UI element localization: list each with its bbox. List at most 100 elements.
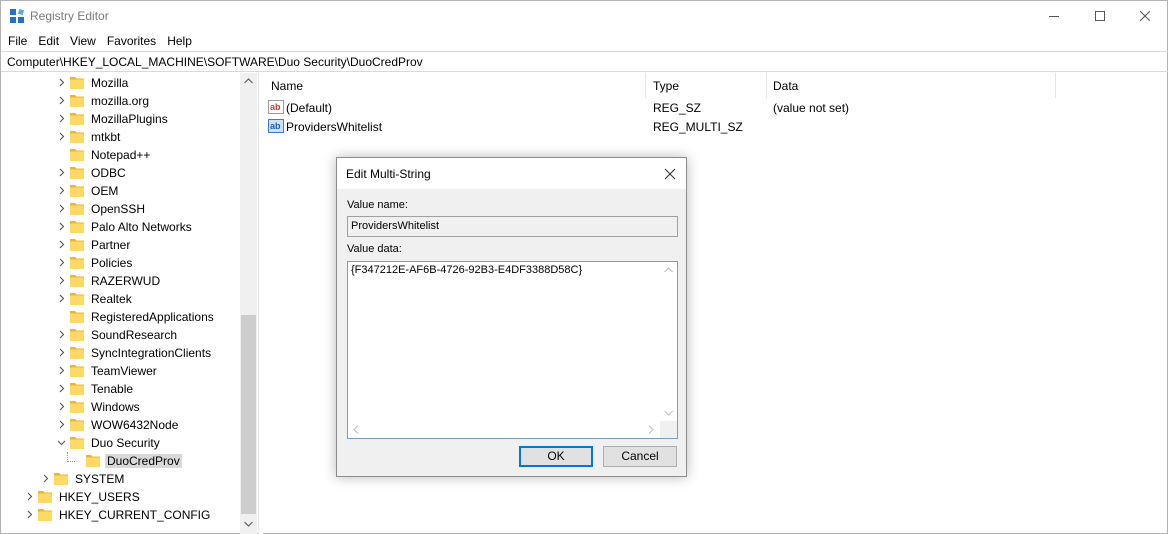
scroll-down-icon[interactable] bbox=[664, 410, 673, 416]
minimize-button[interactable] bbox=[1031, 1, 1077, 31]
folder-icon bbox=[70, 257, 84, 269]
chevron-right-icon[interactable] bbox=[57, 168, 66, 177]
tree-item[interactable]: Mozilla bbox=[1, 74, 241, 92]
tree-item[interactable]: MozillaPlugins bbox=[1, 110, 241, 128]
svg-text:ab: ab bbox=[270, 102, 281, 112]
chevron-right-icon[interactable] bbox=[57, 366, 66, 375]
folder-icon bbox=[70, 185, 84, 197]
folder-icon bbox=[70, 365, 84, 377]
tree-item[interactable]: Realtek bbox=[1, 290, 241, 308]
scroll-up-icon[interactable] bbox=[244, 78, 253, 84]
folder-icon bbox=[70, 221, 84, 233]
tree-item[interactable]: TeamViewer bbox=[1, 362, 241, 380]
dialog-title-bar[interactable]: Edit Multi-String bbox=[337, 158, 686, 189]
chevron-right-icon[interactable] bbox=[57, 384, 66, 393]
value-data-text: {F347212E-AF6B-4726-92B3-E4DF3388D58C} bbox=[351, 264, 583, 276]
chevron-right-icon[interactable] bbox=[57, 402, 66, 411]
title-bar[interactable]: Registry Editor bbox=[1, 1, 1167, 31]
chevron-right-icon[interactable] bbox=[57, 330, 66, 339]
ok-button[interactable]: OK bbox=[519, 446, 593, 467]
chevron-right-icon[interactable] bbox=[57, 294, 66, 303]
menu-file[interactable]: File bbox=[3, 31, 33, 51]
binary-value-icon: ab bbox=[268, 119, 284, 133]
folder-icon bbox=[70, 383, 84, 395]
registry-tree[interactable]: HKEY_CURRENT_CONFIG HKEY_USERS SYSTEM DuoCr… bbox=[1, 73, 258, 534]
tree-item[interactable]: OpenSSH bbox=[1, 200, 241, 218]
chevron-right-icon[interactable] bbox=[41, 474, 50, 483]
menu-edit[interactable]: Edit bbox=[33, 31, 65, 51]
tree-item[interactable]: SoundResearch bbox=[1, 326, 241, 344]
tree-item[interactable]: HKEY_CURRENT_CONFIG bbox=[1, 506, 241, 524]
address-bar[interactable]: Computer\HKEY_LOCAL_MACHINE\SOFTWARE\Duo… bbox=[1, 51, 1168, 72]
tree-item[interactable]: SyncIntegrationClients bbox=[1, 344, 241, 362]
column-divider bbox=[1055, 73, 1056, 98]
dialog-close-icon[interactable] bbox=[662, 166, 678, 182]
chevron-right-icon[interactable] bbox=[57, 348, 66, 357]
chevron-right-icon[interactable] bbox=[57, 78, 66, 87]
tree-item-label: mozilla.org bbox=[91, 94, 150, 108]
tree-item[interactable]: RAZERWUD bbox=[1, 272, 241, 290]
chevron-right-icon[interactable] bbox=[25, 510, 34, 519]
tree-item[interactable]: Windows bbox=[1, 398, 241, 416]
menu-view[interactable]: View bbox=[65, 31, 102, 51]
tree-item[interactable]: mtkbt bbox=[1, 128, 241, 146]
value-data-textarea[interactable]: {F347212E-AF6B-4726-92B3-E4DF3388D58C} bbox=[347, 261, 678, 439]
tree-item-label: DuoCredProv bbox=[105, 454, 182, 468]
tree-item[interactable]: mozilla.org bbox=[1, 92, 241, 110]
menu-help[interactable]: Help bbox=[162, 31, 198, 51]
tree-scrollbar[interactable] bbox=[240, 73, 257, 534]
column-header-name[interactable]: Name bbox=[271, 79, 303, 93]
tree-item[interactable]: SYSTEM bbox=[1, 470, 241, 488]
scroll-left-icon[interactable] bbox=[353, 425, 359, 434]
folder-icon bbox=[70, 167, 84, 179]
folder-icon bbox=[70, 131, 84, 143]
cancel-button[interactable]: Cancel bbox=[603, 446, 677, 467]
list-row[interactable]: ab ProvidersWhitelist REG_MULTI_SZ bbox=[263, 117, 1168, 136]
tree-item[interactable]: Duo Security bbox=[1, 434, 241, 452]
chevron-right-icon[interactable] bbox=[57, 132, 66, 141]
chevron-right-icon[interactable] bbox=[57, 204, 66, 213]
list-header: Name Type Data bbox=[263, 73, 1168, 98]
scroll-right-icon[interactable] bbox=[648, 425, 654, 434]
string-value-icon: ab bbox=[268, 100, 284, 114]
tree-scrollbar-thumb[interactable] bbox=[241, 315, 256, 514]
chevron-right-icon[interactable] bbox=[57, 96, 66, 105]
tree-item[interactable]: Policies bbox=[1, 254, 241, 272]
menu-favorites[interactable]: Favorites bbox=[102, 31, 162, 51]
chevron-right-icon[interactable] bbox=[57, 240, 66, 249]
folder-icon bbox=[70, 401, 84, 413]
tree-item[interactable]: Partner bbox=[1, 236, 241, 254]
column-header-data[interactable]: Data bbox=[773, 79, 798, 93]
tree-item[interactable]: DuoCredProv bbox=[1, 452, 241, 470]
tree-item-label: OEM bbox=[91, 184, 119, 198]
tree-item[interactable]: Notepad++ bbox=[1, 146, 241, 164]
chevron-right-icon[interactable] bbox=[57, 222, 66, 231]
tree-item[interactable]: OEM bbox=[1, 182, 241, 200]
tree-item[interactable]: Tenable bbox=[1, 380, 241, 398]
chevron-down-icon[interactable] bbox=[57, 438, 66, 447]
value-data-hscrollbar[interactable] bbox=[348, 421, 660, 438]
maximize-button[interactable] bbox=[1077, 1, 1123, 31]
chevron-right-icon[interactable] bbox=[57, 186, 66, 195]
list-row[interactable]: ab (Default) REG_SZ (value not set) bbox=[263, 98, 1168, 117]
value-name-label: Value name: bbox=[347, 199, 408, 211]
chevron-right-icon[interactable] bbox=[57, 258, 66, 267]
chevron-right-icon[interactable] bbox=[57, 114, 66, 123]
tree-item-label: SoundResearch bbox=[91, 328, 178, 342]
tree-item[interactable]: ODBC bbox=[1, 164, 241, 182]
tree-item-label: MozillaPlugins bbox=[91, 112, 168, 126]
tree-item[interactable]: Palo Alto Networks bbox=[1, 218, 241, 236]
column-header-type[interactable]: Type bbox=[653, 79, 679, 93]
value-data-vscrollbar[interactable] bbox=[660, 262, 677, 422]
chevron-right-icon[interactable] bbox=[25, 492, 34, 501]
value-name: (Default) bbox=[286, 101, 333, 115]
tree-item[interactable]: HKEY_USERS bbox=[1, 488, 241, 506]
tree-item[interactable]: WOW6432Node bbox=[1, 416, 241, 434]
close-button[interactable] bbox=[1122, 1, 1168, 31]
tree-item[interactable]: RegisteredApplications bbox=[1, 308, 241, 326]
folder-icon bbox=[70, 347, 84, 359]
chevron-right-icon[interactable] bbox=[57, 420, 66, 429]
scroll-up-icon[interactable] bbox=[664, 267, 673, 273]
scroll-down-icon[interactable] bbox=[244, 521, 253, 527]
chevron-right-icon[interactable] bbox=[57, 276, 66, 285]
